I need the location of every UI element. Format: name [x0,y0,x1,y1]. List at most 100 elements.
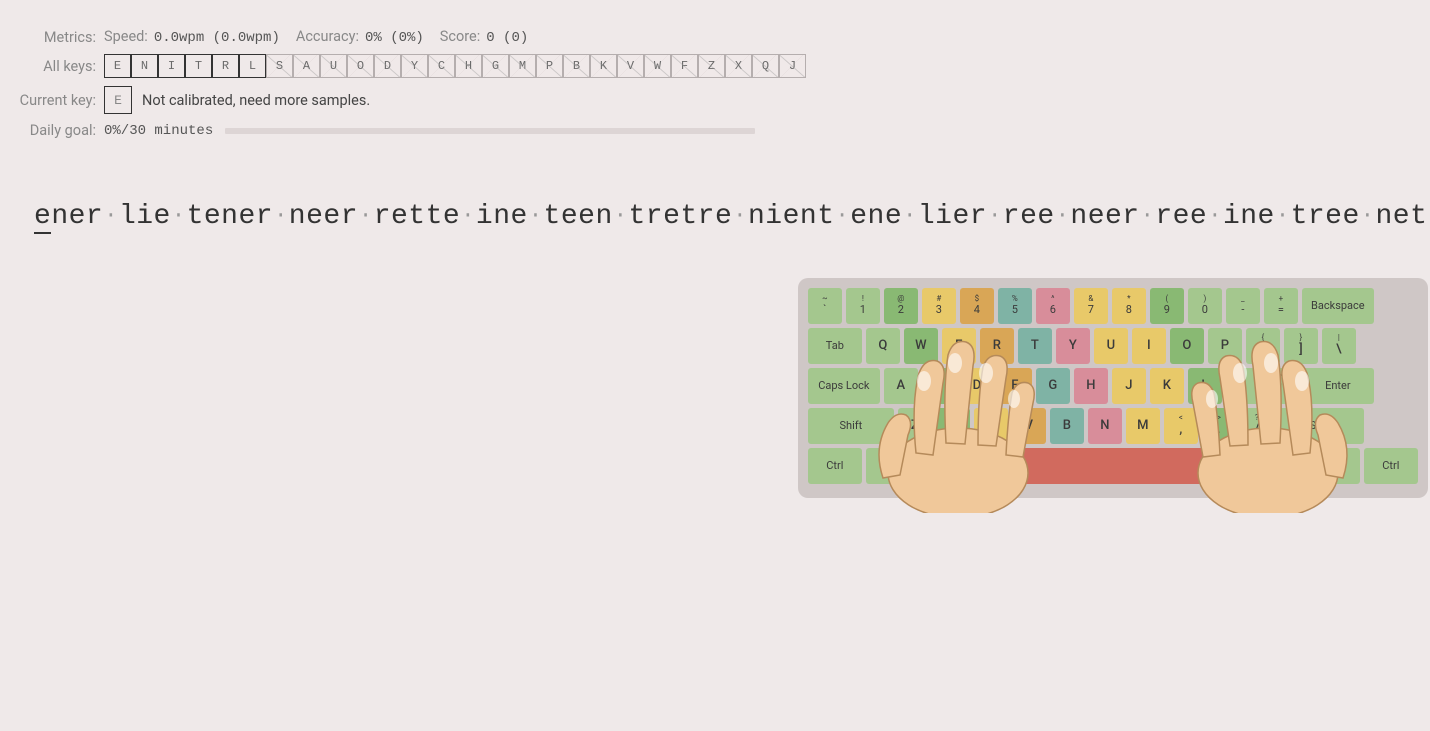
key-chip[interactable]: K [590,54,617,78]
key-chip[interactable]: S [266,54,293,78]
shift-key: Shift [808,408,894,444]
key: C [974,408,1008,444]
key: A [884,368,918,404]
key: (9 [1150,288,1184,324]
key: W [904,328,938,364]
key-chip[interactable]: F [671,54,698,78]
key: $4 [960,288,994,324]
ctrl-key: Ctrl [808,448,862,484]
current-key-status: Not calibrated, need more samples. [142,92,370,109]
key: X [936,408,970,444]
altgr-key: Alt Gr [1268,448,1322,484]
daily-goal-bar [225,128,755,134]
current-key-box: E [104,86,132,114]
accuracy-label: Accuracy: [296,28,359,45]
score-value: 0 (0) [486,30,528,46]
all-keys-list: ENITRLSAUODYCHGMPBKVWFZXQJ [104,54,806,78]
current-key-label: Current key: [10,92,104,109]
key: G [1036,368,1070,404]
key: ^6 [1036,288,1070,324]
key: _- [1226,288,1260,324]
key: !1 [846,288,880,324]
key: T [1018,328,1052,364]
key-chip[interactable]: L [239,54,266,78]
key-chip[interactable]: D [374,54,401,78]
key: :; [1226,368,1260,404]
key: S [922,368,956,404]
key-chip[interactable]: H [455,54,482,78]
key-chip[interactable]: T [185,54,212,78]
key: <, [1164,408,1198,444]
key: ~` [808,288,842,324]
key [1326,448,1360,484]
key: J [1112,368,1146,404]
key-chip[interactable]: P [536,54,563,78]
key: Y [1056,328,1090,364]
key-chip[interactable]: A [293,54,320,78]
key: N [1088,408,1122,444]
key: R [980,328,1014,364]
key-chip[interactable]: O [347,54,374,78]
key-chip[interactable]: E [104,54,131,78]
key-chip[interactable]: Z [698,54,725,78]
tab-key: Tab [808,328,862,364]
typing-text[interactable]: ener·lie·tener·neer·rette·ine·teen·tretr… [0,147,1430,238]
key: )0 [1188,288,1222,324]
key: L [1188,368,1222,404]
accuracy-value: 0% (0%) [365,30,424,46]
score-label: Score: [440,28,480,45]
enter-key: Enter [1302,368,1374,404]
key: O [1170,328,1204,364]
key-chip[interactable]: R [212,54,239,78]
key: >. [1202,408,1236,444]
key-chip[interactable]: Y [401,54,428,78]
key: B [1050,408,1084,444]
key: |\ [1322,328,1356,364]
key: @2 [884,288,918,324]
main-area: SETTINGS... Metrics: Speed: 0.0wpm (0.0w… [0,0,1430,708]
ctrl-key: Ctrl [1364,448,1418,484]
key-chip[interactable]: C [428,54,455,78]
key: P [1208,328,1242,364]
key: Z [898,408,932,444]
key-chip[interactable]: Q [752,54,779,78]
key-chip[interactable]: V [617,54,644,78]
key-chip[interactable]: N [131,54,158,78]
keyboard: ~`!1@2#3$4%5^6&7*8(9)0_-+=Backspace TabQ… [798,278,1428,498]
backspace-key: Backspace [1302,288,1374,324]
shift-key: Shift [1278,408,1364,444]
key: {[ [1246,328,1280,364]
key: E [942,328,976,364]
key: I [1132,328,1166,364]
key-chip[interactable]: M [509,54,536,78]
key: D [960,368,994,404]
daily-goal-value: 0%/30 minutes [104,123,213,139]
speed-label: Speed: [104,28,148,45]
spacebar [962,448,1264,484]
key: *8 [1112,288,1146,324]
key-chip[interactable]: I [158,54,185,78]
key: }] [1284,328,1318,364]
key-chip[interactable]: J [779,54,806,78]
key: %5 [998,288,1032,324]
key: += [1264,288,1298,324]
key: F [998,368,1032,404]
key: ?/ [1240,408,1274,444]
key: "' [1264,368,1298,404]
daily-goal-label: Daily goal: [10,122,104,139]
key-chip[interactable]: U [320,54,347,78]
key-chip[interactable]: W [644,54,671,78]
key: V [1012,408,1046,444]
capslock-key: Caps Lock [808,368,880,404]
key: U [1094,328,1128,364]
key-chip[interactable]: G [482,54,509,78]
key: K [1150,368,1184,404]
key [866,448,900,484]
metrics-section: Metrics: Speed: 0.0wpm (0.0wpm) Accuracy… [0,0,1430,139]
key: M [1126,408,1160,444]
key-chip[interactable]: X [725,54,752,78]
key: H [1074,368,1108,404]
metrics-label: Metrics: [10,29,104,46]
key-chip[interactable]: B [563,54,590,78]
all-keys-label: All keys: [10,58,104,75]
